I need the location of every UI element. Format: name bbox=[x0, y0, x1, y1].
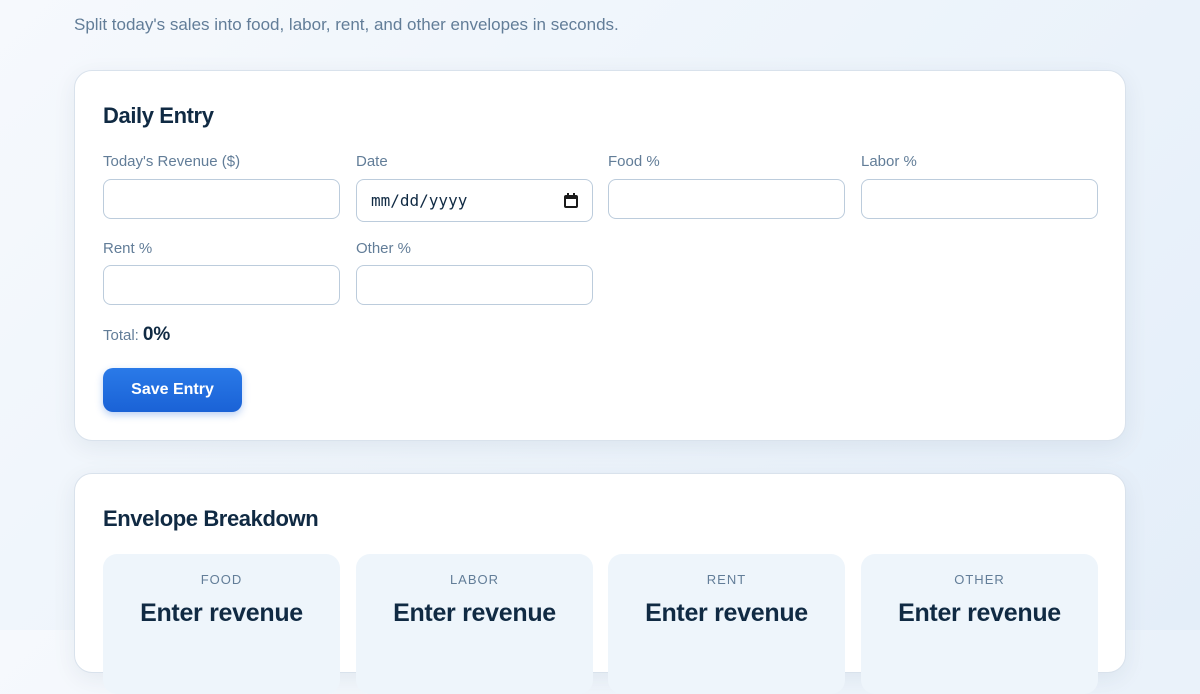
rent-percent-input[interactable] bbox=[103, 265, 340, 305]
envelope-label: OTHER bbox=[954, 572, 1005, 587]
daily-entry-title: Daily Entry bbox=[103, 103, 214, 128]
other-percent-input[interactable] bbox=[356, 265, 593, 305]
rent-percent-label: Rent % bbox=[103, 240, 153, 257]
envelope-tile-rent: RENT Enter revenue bbox=[608, 554, 845, 694]
date-input[interactable]: mm/dd/yyyy bbox=[356, 179, 593, 222]
labor-percent-label: Labor % bbox=[861, 153, 917, 170]
envelope-breakdown-title: Envelope Breakdown bbox=[103, 506, 319, 531]
total-row: Total: 0% bbox=[103, 324, 170, 346]
envelope-tile-food: FOOD Enter revenue bbox=[103, 554, 340, 694]
envelope-value: Enter revenue bbox=[898, 599, 1061, 627]
calendar-icon[interactable] bbox=[564, 193, 578, 208]
food-percent-label: Food % bbox=[608, 153, 660, 170]
food-percent-input[interactable] bbox=[608, 179, 845, 219]
envelope-label: FOOD bbox=[200, 572, 243, 587]
save-entry-button[interactable]: Save Entry bbox=[103, 368, 242, 412]
other-percent-label: Other % bbox=[356, 240, 412, 257]
date-placeholder: mm/dd/yyyy bbox=[371, 191, 468, 210]
total-value: 0% bbox=[142, 324, 171, 345]
envelope-breakdown-card: Envelope Breakdown FOOD Enter revenue LA… bbox=[74, 473, 1126, 694]
daily-entry-card: Daily Entry Today's Revenue ($) Date mm/… bbox=[74, 70, 1126, 441]
envelope-tile-other: OTHER Enter revenue bbox=[861, 554, 1098, 694]
revenue-label: Today's Revenue ($) bbox=[103, 153, 241, 170]
revenue-input[interactable] bbox=[103, 179, 340, 219]
date-label: Date bbox=[356, 153, 388, 170]
envelope-tile-labor: LABOR Enter revenue bbox=[356, 554, 593, 694]
labor-percent-input[interactable] bbox=[861, 179, 1098, 219]
envelope-value: Enter revenue bbox=[140, 599, 303, 627]
envelope-value: Enter revenue bbox=[393, 599, 556, 627]
envelope-label: LABOR bbox=[449, 572, 500, 587]
envelope-value: Enter revenue bbox=[645, 599, 808, 627]
page-subtitle: Split today's sales into food, labor, re… bbox=[74, 15, 619, 34]
envelope-label: RENT bbox=[706, 572, 747, 587]
total-label: Total: bbox=[103, 327, 139, 344]
